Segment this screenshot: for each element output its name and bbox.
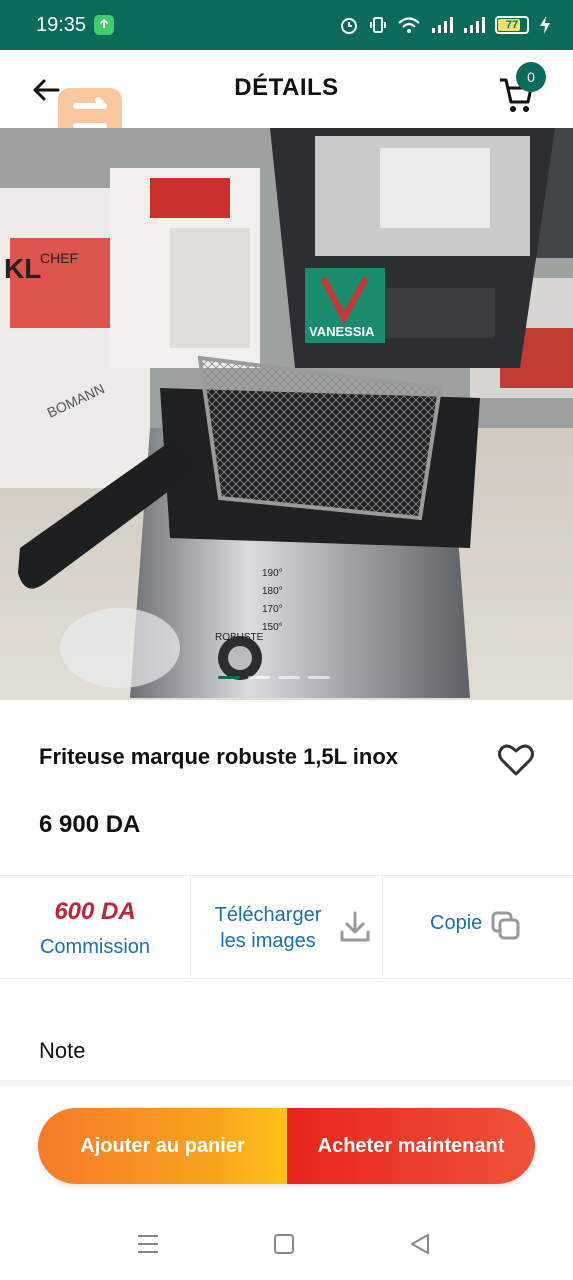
cart-count-badge: 0 (516, 62, 546, 92)
triangle-back-icon[interactable] (406, 1230, 434, 1258)
charging-icon (540, 16, 550, 34)
download-label-line1: Télécharger (214, 904, 322, 926)
carousel-dot-active[interactable] (218, 676, 240, 679)
add-to-cart-button[interactable]: Ajouter au panier (38, 1108, 287, 1184)
status-icons: 77 (339, 15, 551, 35)
battery-level: 77 (505, 19, 519, 31)
notification-icon (94, 15, 115, 35)
buy-now-button[interactable]: Acheter maintenant (287, 1108, 535, 1184)
status-time: 19:35 (36, 13, 87, 36)
product-title: Friteuse marque robuste 1,5L inox (39, 744, 399, 769)
divider (0, 875, 573, 876)
carousel-indicator (218, 676, 330, 679)
download-label-line2: les images (220, 930, 316, 952)
svg-text:170°: 170° (262, 604, 283, 615)
vibrate-icon (370, 17, 386, 33)
note-label: Note (39, 1038, 86, 1063)
commission-value: 600 DA (54, 898, 136, 925)
svg-text:190°: 190° (262, 568, 283, 579)
alarm-icon (341, 18, 357, 34)
favorite-button[interactable] (496, 740, 536, 780)
cart-button[interactable]: 0 (492, 62, 546, 114)
product-photo: KL CHEF BOMANN VANESSIA 190° 180° 170° 1… (0, 128, 573, 700)
header: DÉTAILS 0 Swipe | سواب (0, 50, 573, 187)
heart-outline-icon (498, 744, 534, 776)
menu-icon[interactable] (134, 1230, 162, 1258)
carousel-dot[interactable] (248, 676, 270, 679)
divider (190, 876, 191, 978)
divider (0, 978, 573, 979)
signal-icon-2 (464, 17, 485, 33)
svg-text:CHEF: CHEF (40, 250, 78, 266)
battery-icon: 77 (495, 16, 529, 34)
carousel-dot[interactable] (308, 676, 330, 679)
cta-group: Ajouter au panier Acheter maintenant (38, 1108, 535, 1184)
download-images-button[interactable]: Télécharger les images (192, 878, 382, 976)
wifi-icon (398, 17, 420, 33)
svg-text:KL: KL (4, 253, 41, 284)
copy-label: Copie (430, 912, 483, 934)
svg-text:VANESSIA: VANESSIA (309, 324, 375, 339)
product-image[interactable]: KL CHEF BOMANN VANESSIA 190° 180° 170° 1… (0, 128, 573, 700)
svg-text:180°: 180° (262, 586, 283, 597)
square-icon[interactable] (270, 1230, 298, 1258)
svg-text:150°: 150° (262, 622, 283, 633)
commission-label: Commission (39, 936, 151, 958)
system-nav-bar (0, 1206, 573, 1280)
page-title: DÉTAILS (234, 74, 339, 101)
download-icon (340, 911, 370, 942)
status-bar: 19:35 77 (0, 0, 573, 50)
signal-icon (432, 17, 453, 33)
copy-button[interactable]: Copie (420, 900, 540, 950)
carousel-dot[interactable] (278, 676, 300, 679)
product-price: 6 900 DA (39, 811, 141, 838)
copy-icon (491, 911, 520, 940)
divider (0, 1080, 573, 1086)
divider (382, 876, 383, 978)
download-label: Télécharger les images (204, 902, 332, 954)
